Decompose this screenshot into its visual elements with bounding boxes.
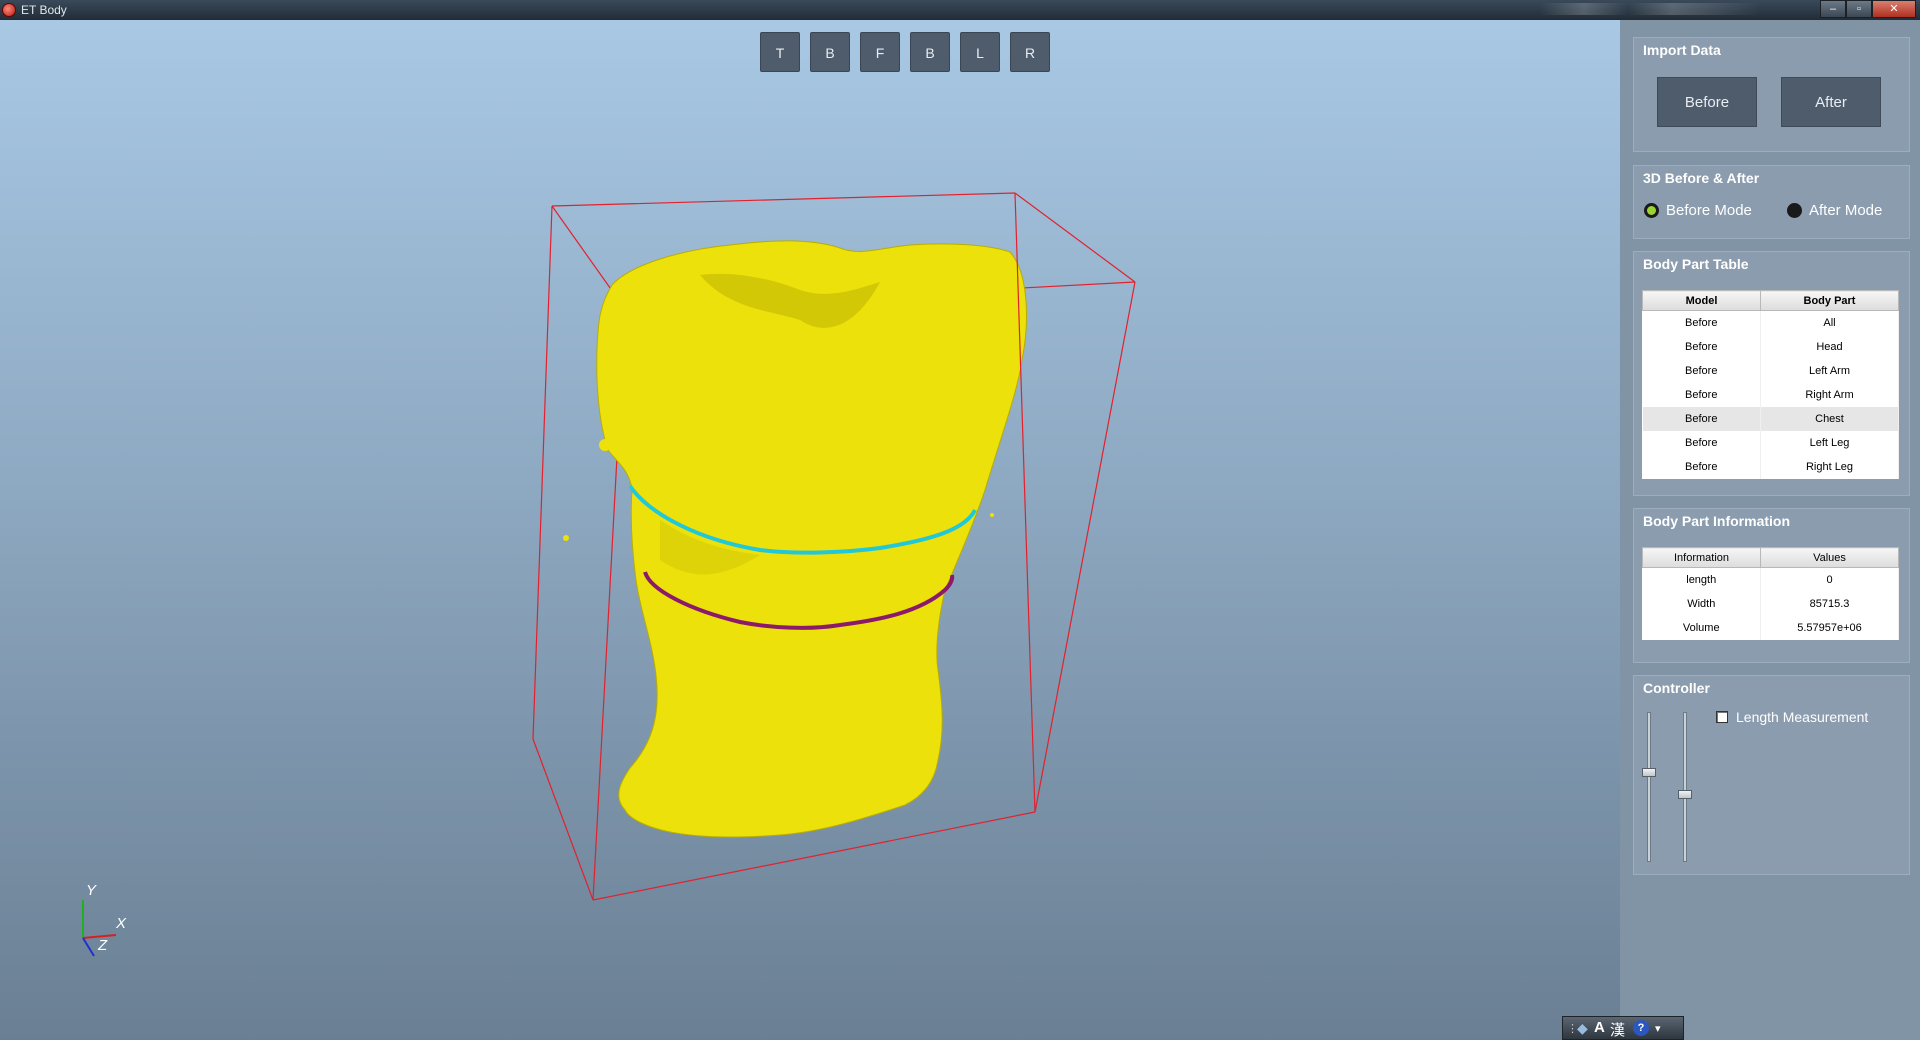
view-buttons: T B F B L R [760, 32, 1050, 72]
ime-mode-a[interactable]: A [1594, 1019, 1605, 1036]
diamond-icon[interactable]: ◆ [1577, 1020, 1588, 1037]
body-part-table-title: Body Part Table [1643, 256, 1749, 272]
minimize-button[interactable]: – [1820, 0, 1846, 18]
length-measurement-checkbox[interactable]: Length Measurement [1716, 709, 1868, 725]
close-button[interactable]: ✕ [1872, 0, 1916, 18]
table-row[interactable]: Before Left Arm [1642, 358, 1899, 383]
3d-viewport[interactable]: Y X Z T B F B L R [0, 20, 1620, 1040]
after-mode-label: After Mode [1809, 202, 1883, 219]
body-part-info-title: Body Part Information [1643, 513, 1791, 529]
slider-track [1683, 712, 1687, 862]
slider-handle[interactable] [1678, 790, 1692, 799]
cell-body-part: Chest [1760, 406, 1899, 431]
radio-selected-icon[interactable] [1644, 203, 1659, 218]
cell-model: Before [1642, 334, 1761, 359]
table-row[interactable]: Before Left Leg [1642, 430, 1899, 455]
cell-model: Before [1642, 454, 1761, 479]
checkbox-icon[interactable] [1716, 711, 1728, 723]
view-bottom-button[interactable]: B [810, 32, 850, 72]
body-model[interactable] [563, 240, 1027, 838]
axis-z-label: Z [97, 937, 108, 954]
controller-group: Controller Length Measurement [1633, 675, 1910, 875]
cell-value: 85715.3 [1760, 591, 1899, 616]
cell-information: length [1642, 567, 1761, 592]
axes-indicator: Y X Z [82, 882, 127, 957]
vertical-slider-2[interactable] [1678, 712, 1692, 862]
maximize-button[interactable]: ▫ [1846, 0, 1872, 18]
before-after-title: 3D Before & After [1643, 170, 1760, 186]
title-bar: ET Body – ▫ ✕ [0, 0, 1920, 20]
column-header-body-part[interactable]: Body Part [1760, 290, 1899, 311]
before-mode-label: Before Mode [1666, 202, 1752, 219]
axis-x-label: X [115, 915, 127, 932]
before-mode-radio[interactable]: Before Mode [1644, 202, 1752, 219]
table-row-selected[interactable]: Before Chest [1642, 406, 1899, 431]
app-icon [2, 3, 16, 17]
window-controls: – ▫ ✕ [1820, 0, 1916, 18]
cell-body-part: All [1760, 310, 1899, 335]
cell-body-part: Right Arm [1760, 382, 1899, 407]
cell-body-part: Left Arm [1760, 358, 1899, 383]
table-row[interactable]: Volume 5.57957e+06 [1642, 615, 1899, 640]
before-after-group: 3D Before & After Before Mode After Mode [1633, 165, 1910, 239]
cell-information: Volume [1642, 615, 1761, 640]
cell-model: Before [1642, 406, 1761, 431]
import-after-button[interactable]: After [1781, 77, 1881, 127]
view-right-button[interactable]: R [1010, 32, 1050, 72]
body-part-info-table: Information Values length 0 Width 85715.3 … [1642, 547, 1899, 640]
help-icon[interactable]: ? [1633, 1020, 1649, 1036]
body-part-table: Model Body Part Before All Before Head Bef… [1642, 290, 1899, 479]
cell-value: 5.57957e+06 [1760, 615, 1899, 640]
right-panel: Import Data Before After 3D Before & Aft… [1620, 20, 1920, 1040]
body-part-info-group: Body Part Information Information Values… [1633, 508, 1910, 663]
view-front-button[interactable]: F [860, 32, 900, 72]
table-row[interactable]: Width 85715.3 [1642, 591, 1899, 616]
column-header-information[interactable]: Information [1642, 547, 1761, 568]
options-arrow-icon[interactable]: ▾ [1655, 1022, 1661, 1035]
column-header-model[interactable]: Model [1642, 290, 1761, 311]
cell-model: Before [1642, 358, 1761, 383]
ime-mode-han[interactable]: 漢 [1610, 1019, 1625, 1040]
slider-handle[interactable] [1642, 768, 1656, 777]
scene-svg: Y X Z [82, 192, 1136, 957]
table-row[interactable]: Before Right Arm [1642, 382, 1899, 407]
cell-model: Before [1642, 382, 1761, 407]
cell-body-part: Left Leg [1760, 430, 1899, 455]
view-back-button[interactable]: B [910, 32, 950, 72]
language-bar[interactable]: ⋮ ◆ A 漢 ? ▾ [1562, 1016, 1684, 1040]
view-left-button[interactable]: L [960, 32, 1000, 72]
table-row[interactable]: Before Right Leg [1642, 454, 1899, 479]
body-part-table-group: Body Part Table Model Body Part Before Al… [1633, 251, 1910, 496]
table-row[interactable]: Before All [1642, 310, 1899, 335]
cell-body-part: Head [1760, 334, 1899, 359]
window-title: ET Body [21, 3, 67, 17]
cell-value: 0 [1760, 567, 1899, 592]
import-before-button[interactable]: Before [1657, 77, 1757, 127]
import-data-group: Import Data Before After [1633, 37, 1910, 152]
cell-model: Before [1642, 310, 1761, 335]
radio-unselected-icon[interactable] [1787, 203, 1802, 218]
length-measurement-label: Length Measurement [1736, 709, 1869, 725]
title-bar-ghost-text [1540, 3, 1760, 15]
after-mode-radio[interactable]: After Mode [1787, 202, 1882, 219]
controller-title: Controller [1643, 680, 1710, 696]
cell-information: Width [1642, 591, 1761, 616]
axis-y-label: Y [86, 882, 97, 899]
vertical-slider-1[interactable] [1642, 712, 1656, 862]
cell-model: Before [1642, 430, 1761, 455]
cell-body-part: Right Leg [1760, 454, 1899, 479]
slider-track [1647, 712, 1651, 862]
column-header-values[interactable]: Values [1760, 547, 1899, 568]
table-row[interactable]: length 0 [1642, 567, 1899, 592]
import-data-title: Import Data [1643, 42, 1721, 58]
view-top-button[interactable]: T [760, 32, 800, 72]
table-row[interactable]: Before Head [1642, 334, 1899, 359]
